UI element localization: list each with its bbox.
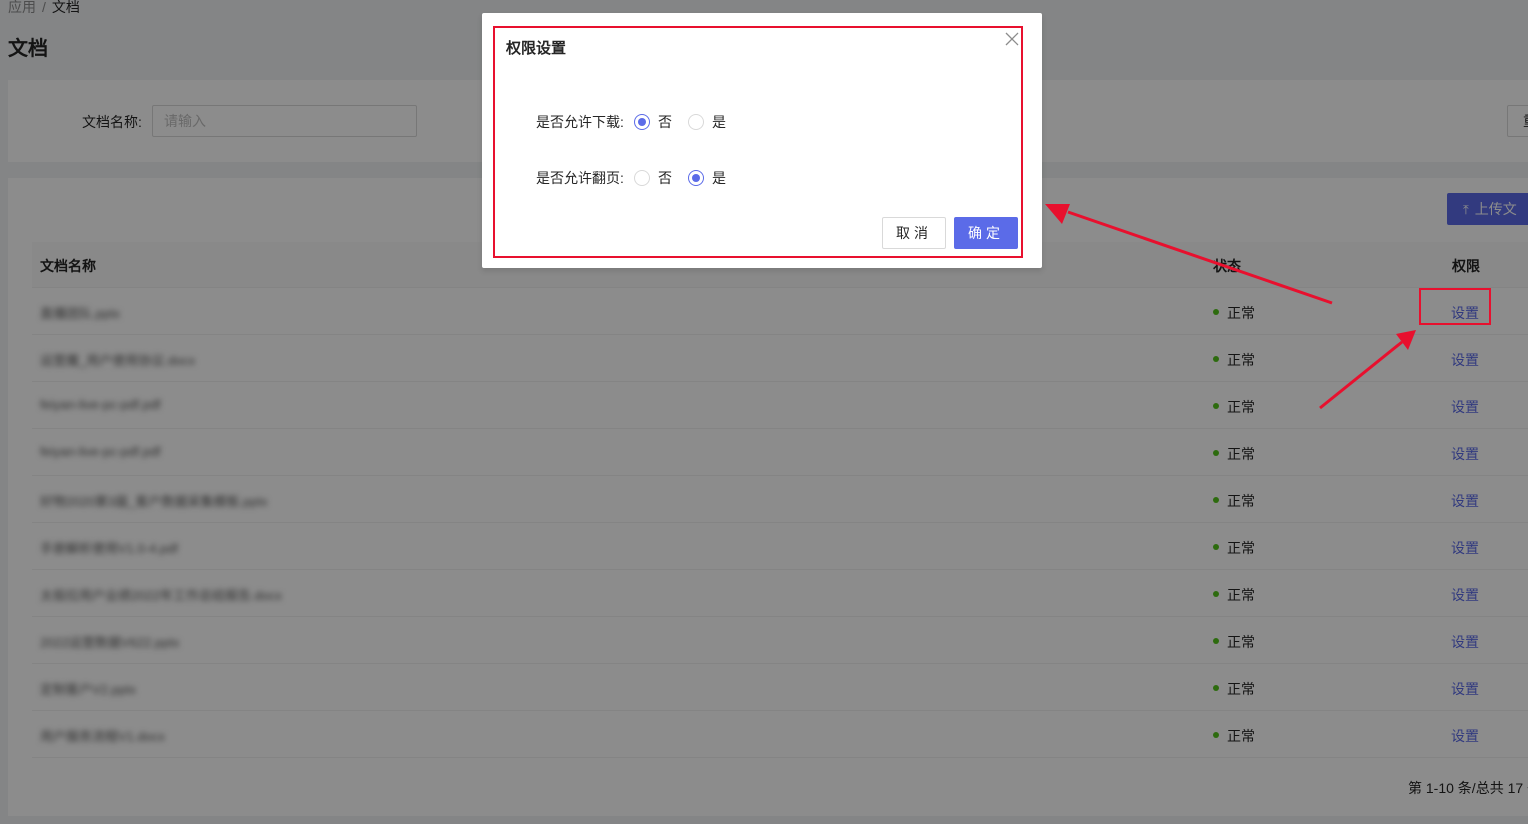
ok-button[interactable]: 确定 [954,217,1018,249]
radio-circle [688,114,704,130]
permission-modal: 权限设置 是否允许下载: 否 是 是否允许翻页: 否 是 取消 确定 [482,13,1042,268]
close-icon[interactable] [1004,31,1020,47]
pageturn-radio-yes[interactable]: 是 [688,168,726,188]
download-permission-label: 是否允许下载: [536,114,624,130]
radio-label: 否 [658,114,672,130]
radio-circle [634,170,650,186]
radio-circle [688,170,704,186]
download-radio-yes[interactable]: 是 [688,112,726,132]
pageturn-permission-label: 是否允许翻页: [536,170,624,186]
radio-label: 否 [658,170,672,186]
modal-title: 权限设置 [506,40,567,57]
pageturn-radio-no[interactable]: 否 [634,168,672,188]
radio-label: 是 [712,170,726,186]
download-radio-no[interactable]: 否 [634,112,672,132]
radio-circle [634,114,650,130]
cancel-button[interactable]: 取消 [882,217,946,249]
radio-label: 是 [712,114,726,130]
